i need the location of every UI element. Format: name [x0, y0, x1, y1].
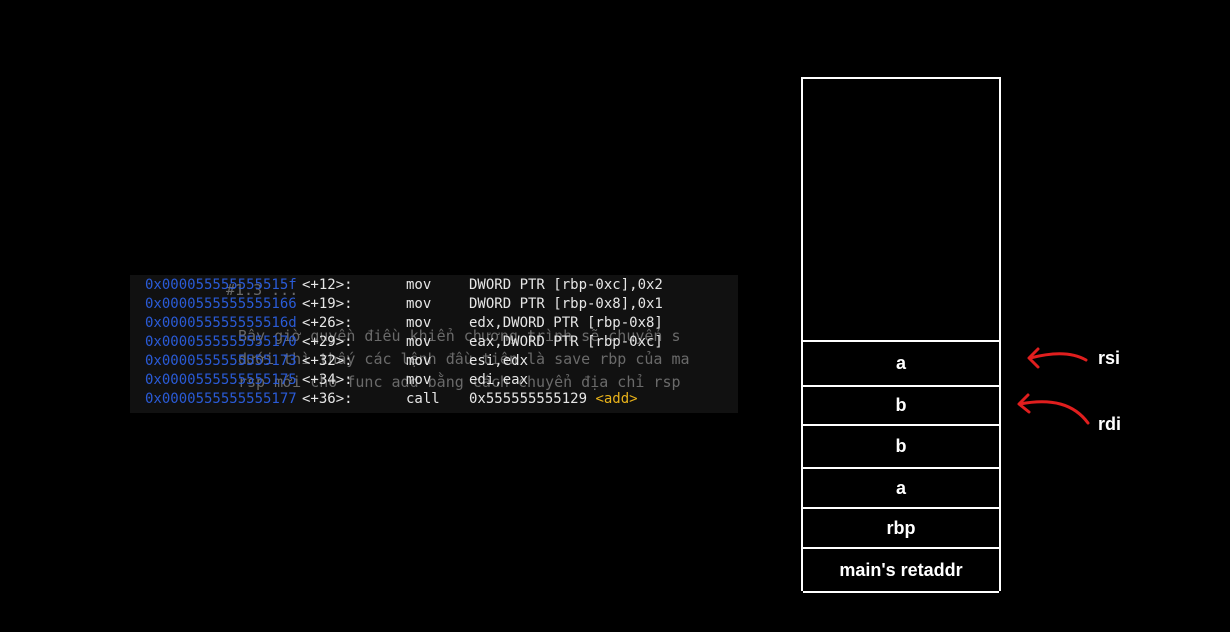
stack-slot-main-retaddr: main's retaddr — [803, 549, 999, 593]
stack-slot-b: b — [803, 426, 999, 469]
register-label-rsi: rsi — [1098, 348, 1121, 368]
asm-mnemonic: mov — [406, 315, 432, 331]
asm-operands: DWORD PTR [rbp-0x8],0x1 — [469, 296, 663, 312]
asm-address: 0x0000555555555166 — [145, 296, 297, 312]
asm-operands: edx,DWORD PTR [rbp-0x8] — [469, 315, 663, 331]
asm-line: 0x0000555555555170 <+29>: mov eax,DWORD … — [145, 333, 663, 352]
asm-operands: DWORD PTR [rbp-0xc],0x2 — [469, 277, 663, 293]
rdi-arrow-icon — [1017, 393, 1090, 425]
asm-offset: <+26>: — [302, 315, 353, 331]
register-label-rdi: rdi — [1098, 414, 1122, 434]
asm-operands: eax,DWORD PTR [rbp-0xc] — [469, 334, 663, 350]
asm-line: 0x0000555555555177 <+36>: call 0x5555555… — [145, 390, 638, 409]
asm-offset: <+12>: — [302, 277, 353, 293]
asm-offset: <+29>: — [302, 334, 353, 350]
asm-line: 0x0000555555555173 <+32>: mov esi,edx — [145, 352, 528, 371]
asm-address: 0x0000555555555170 — [145, 334, 297, 350]
asm-mnemonic: mov — [406, 296, 432, 312]
asm-address: 0x0000555555555175 — [145, 372, 297, 388]
call-symbol: <add> — [595, 391, 638, 407]
rsi-arrow-icon — [1027, 347, 1088, 369]
asm-operands: edi,eax — [469, 372, 529, 388]
stack-slot-a-top: a — [803, 342, 999, 387]
asm-operands: esi,edx — [469, 353, 529, 369]
asm-address: 0x000055555555515f — [145, 277, 297, 293]
stack-free-space — [803, 79, 999, 342]
stack-slot-a: a — [803, 469, 999, 509]
asm-offset: <+19>: — [302, 296, 353, 312]
asm-mnemonic: call — [406, 391, 440, 407]
call-target: 0x555555555129 — [469, 391, 596, 407]
asm-offset: <+36>: — [302, 391, 353, 407]
asm-address: 0x000055555555516d — [145, 315, 297, 331]
asm-mnemonic: mov — [406, 353, 432, 369]
stack-diagram: a b b a rbp main's retaddr — [801, 77, 1001, 593]
asm-line: 0x0000555555555166 <+19>: mov DWORD PTR … — [145, 295, 663, 314]
asm-offset: <+32>: — [302, 353, 353, 369]
asm-line: 0x0000555555555175 <+34>: mov edi,eax — [145, 371, 528, 390]
asm-address: 0x0000555555555173 — [145, 353, 297, 369]
stack-slot-b-top: b — [803, 387, 999, 426]
asm-operands: 0x555555555129 <add> — [469, 390, 638, 409]
asm-mnemonic: mov — [406, 277, 432, 293]
asm-line: 0x000055555555515f <+12>: mov DWORD PTR … — [145, 276, 663, 295]
asm-address: 0x0000555555555177 — [145, 391, 297, 407]
stack-slot-rbp: rbp — [803, 509, 999, 549]
disassembly-panel: #1.3 ... Bây giờ quyền điều khiển chương… — [130, 275, 738, 413]
asm-line: 0x000055555555516d <+26>: mov edx,DWORD … — [145, 314, 663, 333]
asm-mnemonic: mov — [406, 372, 432, 388]
asm-offset: <+34>: — [302, 372, 353, 388]
asm-mnemonic: mov — [406, 334, 432, 350]
